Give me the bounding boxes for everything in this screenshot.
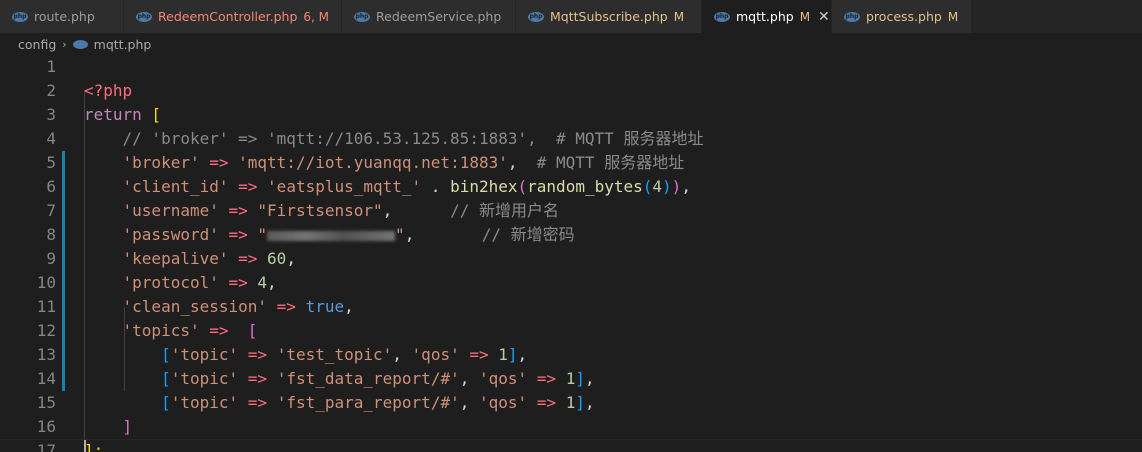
code-line-11: 'topics' => [ (122, 321, 258, 340)
code-line-7: 'password' => " ", // 新增密码 (122, 225, 575, 244)
tab-mqttsubscribe-php[interactable]: MqttSubscribe.php M (516, 0, 702, 33)
code-line-3: // 'broker' => 'mqtt://106.53.125.85:188… (0, 103, 1142, 148)
code-line-13: ['topic' => 'fst_data_report/#', 'qos' =… (161, 369, 595, 388)
tab-label: MqttSubscribe.php (550, 9, 668, 24)
close-icon[interactable]: ✕ (818, 9, 830, 25)
tab-status-badge: M (947, 9, 959, 24)
code-line-16: ]; (0, 415, 1142, 452)
code-line-4: 'broker' => 'mqtt://iot.yuanqq.net:1883'… (122, 153, 685, 172)
tab-process-php[interactable]: process.php M (832, 0, 972, 33)
code-editor[interactable]: 1 2 3 4 5 6 7 8 9 10 11 12 13 14 15 16 17 <?php return [… (0, 55, 1142, 452)
php-file-icon (72, 39, 88, 49)
php-file-icon (528, 11, 544, 22)
code-line-5: 'client_id' => 'eatsplus_mqtt_' . bin2he… (122, 177, 691, 196)
php-file-icon (354, 11, 370, 22)
breadcrumb-folder[interactable]: config (18, 37, 56, 52)
php-file-icon (12, 11, 28, 22)
tab-redeemservice-php[interactable]: RedeemService.php (342, 0, 516, 33)
tab-status-badge: M (799, 9, 811, 24)
breadcrumb: config › mqtt.php (0, 33, 1142, 55)
code-line-8: 'keepalive' => 60, (122, 249, 296, 268)
current-line-highlight (0, 439, 1142, 452)
php-file-icon (136, 11, 152, 22)
code-line-2: return [ (0, 79, 1142, 124)
tab-label: route.php (34, 9, 95, 24)
tab-label: process.php (866, 9, 942, 24)
tab-redeemcontroller-php[interactable]: RedeemController.php 6, M (124, 0, 342, 33)
tab-label: RedeemController.php (158, 9, 298, 24)
tab-route-php[interactable]: route.php (0, 0, 124, 33)
tab-label: RedeemService.php (376, 9, 502, 24)
text-cursor (84, 440, 86, 452)
php-file-icon (714, 11, 730, 22)
breadcrumb-file[interactable]: mqtt.php (94, 37, 152, 52)
tab-status-badge: M (673, 9, 685, 24)
tab-label: mqtt.php (736, 9, 794, 24)
editor-tab-bar: route.php RedeemController.php 6, M RedeemS… (0, 0, 1142, 33)
code-line-14: ['topic' => 'fst_para_report/#', 'qos' =… (161, 393, 595, 412)
code-line-1: <?php (0, 55, 1142, 100)
code-line-9: 'protocol' => 4, (122, 273, 277, 292)
chevron-right-icon: › (62, 37, 67, 51)
code-line-15: ] (122, 417, 133, 436)
code-line-12: ['topic' => 'test_topic', 'qos' => 1], (161, 345, 528, 364)
code-line-6: 'username' => "Firstsensor", // 新增用户名 (122, 201, 559, 220)
tab-status-badge: 6, M (303, 9, 330, 24)
tab-mqtt-php[interactable]: mqtt.php M ✕ (702, 0, 832, 33)
php-file-icon (844, 11, 860, 22)
code-line-10: 'clean_session' => true, (122, 297, 354, 316)
